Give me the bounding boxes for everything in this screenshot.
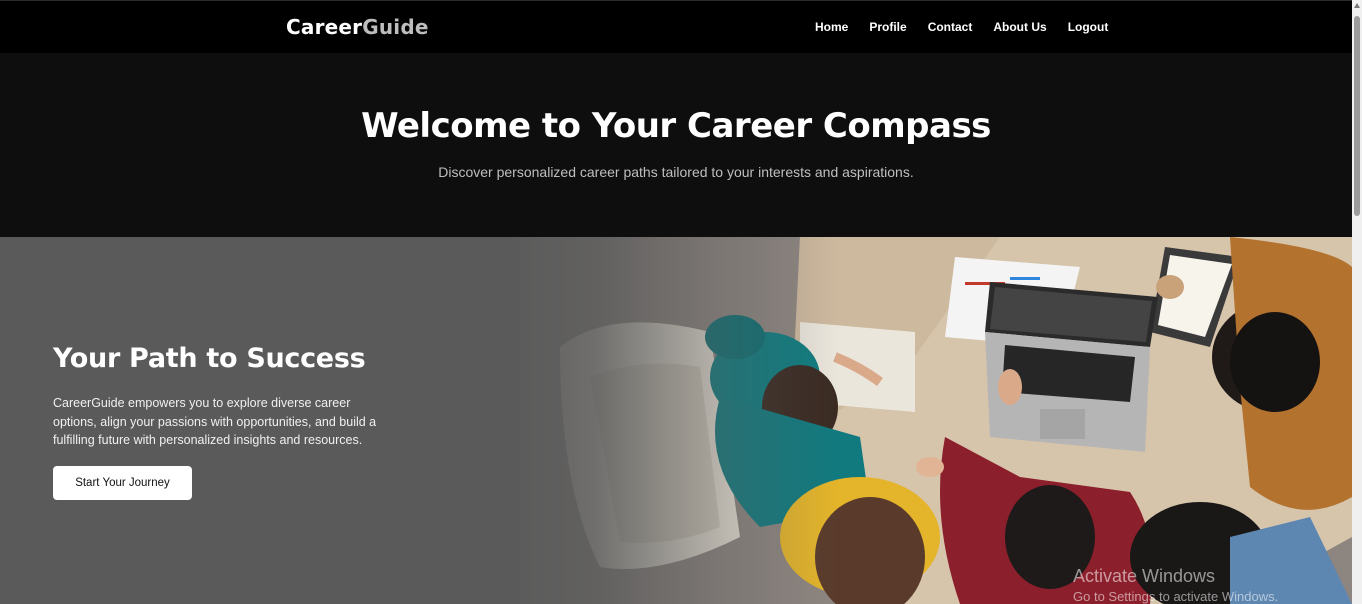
watermark-line1: Activate Windows: [1073, 566, 1216, 586]
section-title: Your Path to Success: [53, 343, 366, 374]
activate-windows-watermark: Activate Windows Go to Settings to activ…: [1073, 566, 1278, 604]
top-navbar: CareerGuide Home Profile Contact About U…: [0, 0, 1352, 53]
page-scrollbar[interactable]: [1352, 0, 1362, 604]
nav-home-link[interactable]: Home: [815, 20, 848, 34]
nav-about-us-link[interactable]: About Us: [993, 20, 1046, 34]
hero-subtitle: Discover personalized career paths tailo…: [438, 164, 914, 180]
brand-logo-part2: Guide: [362, 15, 429, 39]
section-description: CareerGuide empowers you to explore dive…: [53, 396, 377, 447]
brand-logo[interactable]: CareerGuide: [286, 15, 429, 39]
nav-logout-link[interactable]: Logout: [1068, 20, 1109, 34]
hero-title: Welcome to Your Career Compass: [361, 106, 991, 146]
nav-profile-link[interactable]: Profile: [869, 20, 906, 34]
start-journey-button[interactable]: Start Your Journey: [53, 466, 192, 500]
path-to-success-section: Your Path to Success CareerGuide empower…: [0, 237, 1352, 604]
watermark-line2: Go to Settings to activate Windows.: [1073, 589, 1279, 604]
nav-contact-link[interactable]: Contact: [928, 20, 973, 34]
brand-logo-part1: Career: [286, 15, 363, 39]
main-nav: Home Profile Contact About Us Logout: [815, 20, 1108, 34]
scrollbar-thumb[interactable]: [1354, 16, 1360, 216]
scroll-up-icon[interactable]: [1354, 3, 1360, 8]
hero-banner: Welcome to Your Career Compass Discover …: [0, 53, 1352, 237]
